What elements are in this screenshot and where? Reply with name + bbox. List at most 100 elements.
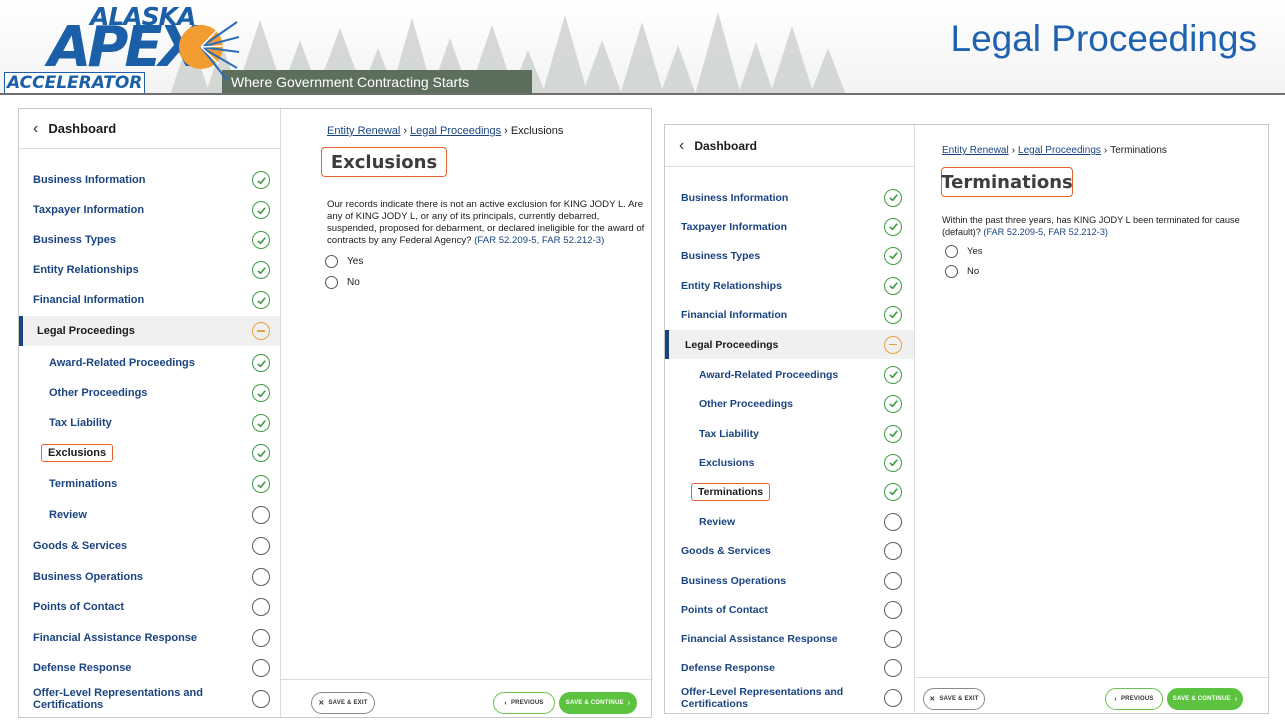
sidebar-item-offer-level-reps-certs[interactable]: Offer-Level Representations and Certific… bbox=[19, 684, 280, 714]
radio-button[interactable] bbox=[945, 265, 958, 278]
banner-divider bbox=[0, 93, 1285, 95]
breadcrumb-separator: › bbox=[1011, 145, 1016, 156]
save-exit-button[interactable]: ✕ SAVE & EXIT bbox=[311, 692, 375, 714]
sidebar-item-award-related-proceedings[interactable]: Award-Related Proceedings bbox=[19, 348, 280, 378]
save-exit-button[interactable]: ✕ SAVE & EXIT bbox=[923, 688, 985, 710]
sidebar-item-label: Award-Related Proceedings bbox=[699, 368, 839, 381]
check-circle-icon bbox=[884, 188, 902, 207]
breadcrumb-link-entity-renewal[interactable]: Entity Renewal bbox=[942, 145, 1009, 156]
sidebar-item-entity-relationships[interactable]: Entity Relationships bbox=[19, 255, 280, 285]
sidebar-item-defense-response[interactable]: Defense Response bbox=[19, 653, 280, 683]
sidebar-item-goods-services[interactable]: Goods & Services bbox=[665, 536, 914, 565]
sidebar-item-other-proceedings[interactable]: Other Proceedings bbox=[19, 378, 280, 408]
sidebar-item-financial-information[interactable]: Financial Information bbox=[19, 285, 280, 315]
sidebar-item-label: Goods & Services bbox=[681, 544, 771, 557]
save-continue-label: SAVE & CONTINUE bbox=[565, 700, 624, 706]
breadcrumb-link-legal-proceedings[interactable]: Legal Proceedings bbox=[410, 125, 501, 137]
previous-label: PREVIOUS bbox=[510, 700, 544, 706]
far-reference-link[interactable]: (FAR 52.209-5, FAR 52.212-3) bbox=[474, 235, 604, 246]
radio-label: No bbox=[347, 277, 360, 288]
sidebar-item-award-related-proceedings[interactable]: Award-Related Proceedings bbox=[665, 360, 914, 389]
sidebar-item-review[interactable]: Review bbox=[665, 507, 914, 536]
sidebar-item-terminations[interactable]: Terminations bbox=[665, 477, 914, 506]
radio-no[interactable]: No bbox=[945, 265, 979, 278]
empty-circle-icon bbox=[252, 659, 270, 677]
radio-no[interactable]: No bbox=[325, 276, 360, 289]
sidebar-item-tax-liability[interactable]: Tax Liability bbox=[19, 408, 280, 438]
save-continue-label: SAVE & CONTINUE bbox=[1172, 696, 1231, 702]
check-circle-icon bbox=[252, 201, 270, 219]
radio-button[interactable] bbox=[325, 255, 338, 268]
sidebar-item-business-types[interactable]: Business Types bbox=[19, 225, 280, 255]
save-continue-button[interactable]: SAVE & CONTINUE › bbox=[559, 692, 637, 714]
sidebar-item-label: Defense Response bbox=[681, 661, 775, 674]
sidebar-item-label: Terminations bbox=[49, 478, 118, 490]
chevron-right-icon: › bbox=[1234, 695, 1238, 703]
sidebar-item-business-operations[interactable]: Business Operations bbox=[19, 562, 280, 592]
sidebar-item-goods-services[interactable]: Goods & Services bbox=[19, 531, 280, 561]
empty-circle-icon bbox=[884, 688, 902, 707]
sidebar-item-terminations[interactable]: Terminations bbox=[19, 469, 280, 499]
sidebar-item-tax-liability[interactable]: Tax Liability bbox=[665, 419, 914, 448]
radio-yes[interactable]: Yes bbox=[945, 245, 983, 258]
page-title: Exclusions bbox=[321, 147, 447, 177]
sidebar-item-defense-response[interactable]: Defense Response bbox=[665, 653, 914, 682]
empty-circle-icon bbox=[252, 690, 270, 708]
sidebar-item-label-highlighted: Exclusions bbox=[41, 444, 114, 462]
breadcrumb-current: Exclusions bbox=[510, 125, 564, 137]
save-continue-button[interactable]: SAVE & CONTINUE › bbox=[1167, 688, 1243, 710]
previous-button[interactable]: ‹ PREVIOUS bbox=[493, 692, 555, 714]
sidebar-item-financial-assistance-response[interactable]: Financial Assistance Response bbox=[19, 623, 280, 653]
sidebar-item-label: Entity Relationships bbox=[33, 264, 139, 276]
dashboard-link[interactable]: ‹ Dashboard bbox=[19, 109, 280, 149]
close-icon: ✕ bbox=[318, 700, 325, 707]
sidebar-item-legal-proceedings[interactable]: Legal Proceedings bbox=[19, 316, 280, 346]
sidebar-item-label: Offer-Level Representations and Certific… bbox=[681, 685, 844, 710]
far-reference-link[interactable]: (FAR 52.209-5, FAR 52.212-3) bbox=[983, 227, 1108, 237]
sidebar-item-taxpayer-information[interactable]: Taxpayer Information bbox=[19, 195, 280, 225]
radio-button[interactable] bbox=[325, 276, 338, 289]
breadcrumb-separator: › bbox=[504, 125, 508, 137]
breadcrumb: Entity Renewal › Legal Proceedings › Exclusi… bbox=[327, 125, 563, 137]
sidebar-item-other-proceedings[interactable]: Other Proceedings bbox=[665, 389, 914, 418]
sidebar-item-points-of-contact[interactable]: Points of Contact bbox=[665, 595, 914, 624]
sidebar-item-taxpayer-information[interactable]: Taxpayer Information bbox=[665, 212, 914, 241]
sidebar-item-business-types[interactable]: Business Types bbox=[665, 241, 914, 270]
sidebar-item-exclusions[interactable]: Exclusions bbox=[19, 438, 280, 468]
check-circle-icon bbox=[884, 305, 902, 324]
check-circle-icon bbox=[884, 246, 902, 265]
sidebar-nav: ‹ Dashboard Business Information Taxpaye… bbox=[19, 109, 281, 717]
sidebar-item-label: Business Information bbox=[681, 191, 789, 204]
empty-circle-icon bbox=[884, 600, 902, 619]
sidebar-item-review[interactable]: Review bbox=[19, 500, 280, 530]
sidebar-item-points-of-contact[interactable]: Points of Contact bbox=[19, 592, 280, 622]
sidebar-item-financial-assistance-response[interactable]: Financial Assistance Response bbox=[665, 624, 914, 653]
empty-circle-icon bbox=[252, 506, 270, 524]
sidebar-item-offer-level-reps-certs[interactable]: Offer-Level Representations and Certific… bbox=[665, 683, 914, 712]
breadcrumb-link-legal-proceedings[interactable]: Legal Proceedings bbox=[1018, 145, 1101, 156]
sidebar-item-label: Business Operations bbox=[33, 571, 144, 583]
main-content: Entity Renewal › Legal Proceedings › Exclusi… bbox=[281, 109, 653, 717]
sidebar-item-legal-proceedings[interactable]: Legal Proceedings bbox=[665, 330, 914, 359]
radio-button[interactable] bbox=[945, 245, 958, 258]
sidebar-item-label: Exclusions bbox=[699, 456, 755, 469]
empty-circle-icon bbox=[252, 537, 270, 555]
radio-label: Yes bbox=[347, 256, 364, 267]
empty-circle-icon bbox=[252, 629, 270, 647]
previous-button[interactable]: ‹ PREVIOUS bbox=[1105, 688, 1163, 710]
sidebar-item-entity-relationships[interactable]: Entity Relationships bbox=[665, 271, 914, 300]
sidebar-item-label: Business Operations bbox=[681, 574, 787, 587]
in-progress-icon bbox=[884, 335, 902, 354]
dashboard-link[interactable]: ‹ Dashboard bbox=[665, 125, 914, 167]
sidebar-item-business-operations[interactable]: Business Operations bbox=[665, 566, 914, 595]
sidebar-item-business-information[interactable]: Business Information bbox=[665, 183, 914, 212]
empty-circle-icon bbox=[252, 598, 270, 616]
sidebar-item-label: Legal Proceedings bbox=[685, 338, 779, 351]
radio-yes[interactable]: Yes bbox=[325, 255, 363, 268]
sidebar-item-exclusions[interactable]: Exclusions bbox=[665, 448, 914, 477]
breadcrumb-link-entity-renewal[interactable]: Entity Renewal bbox=[327, 125, 400, 137]
sidebar-item-financial-information[interactable]: Financial Information bbox=[665, 300, 914, 329]
empty-circle-icon bbox=[252, 568, 270, 586]
save-exit-label: SAVE & EXIT bbox=[939, 696, 979, 702]
sidebar-item-business-information[interactable]: Business Information bbox=[19, 165, 280, 195]
